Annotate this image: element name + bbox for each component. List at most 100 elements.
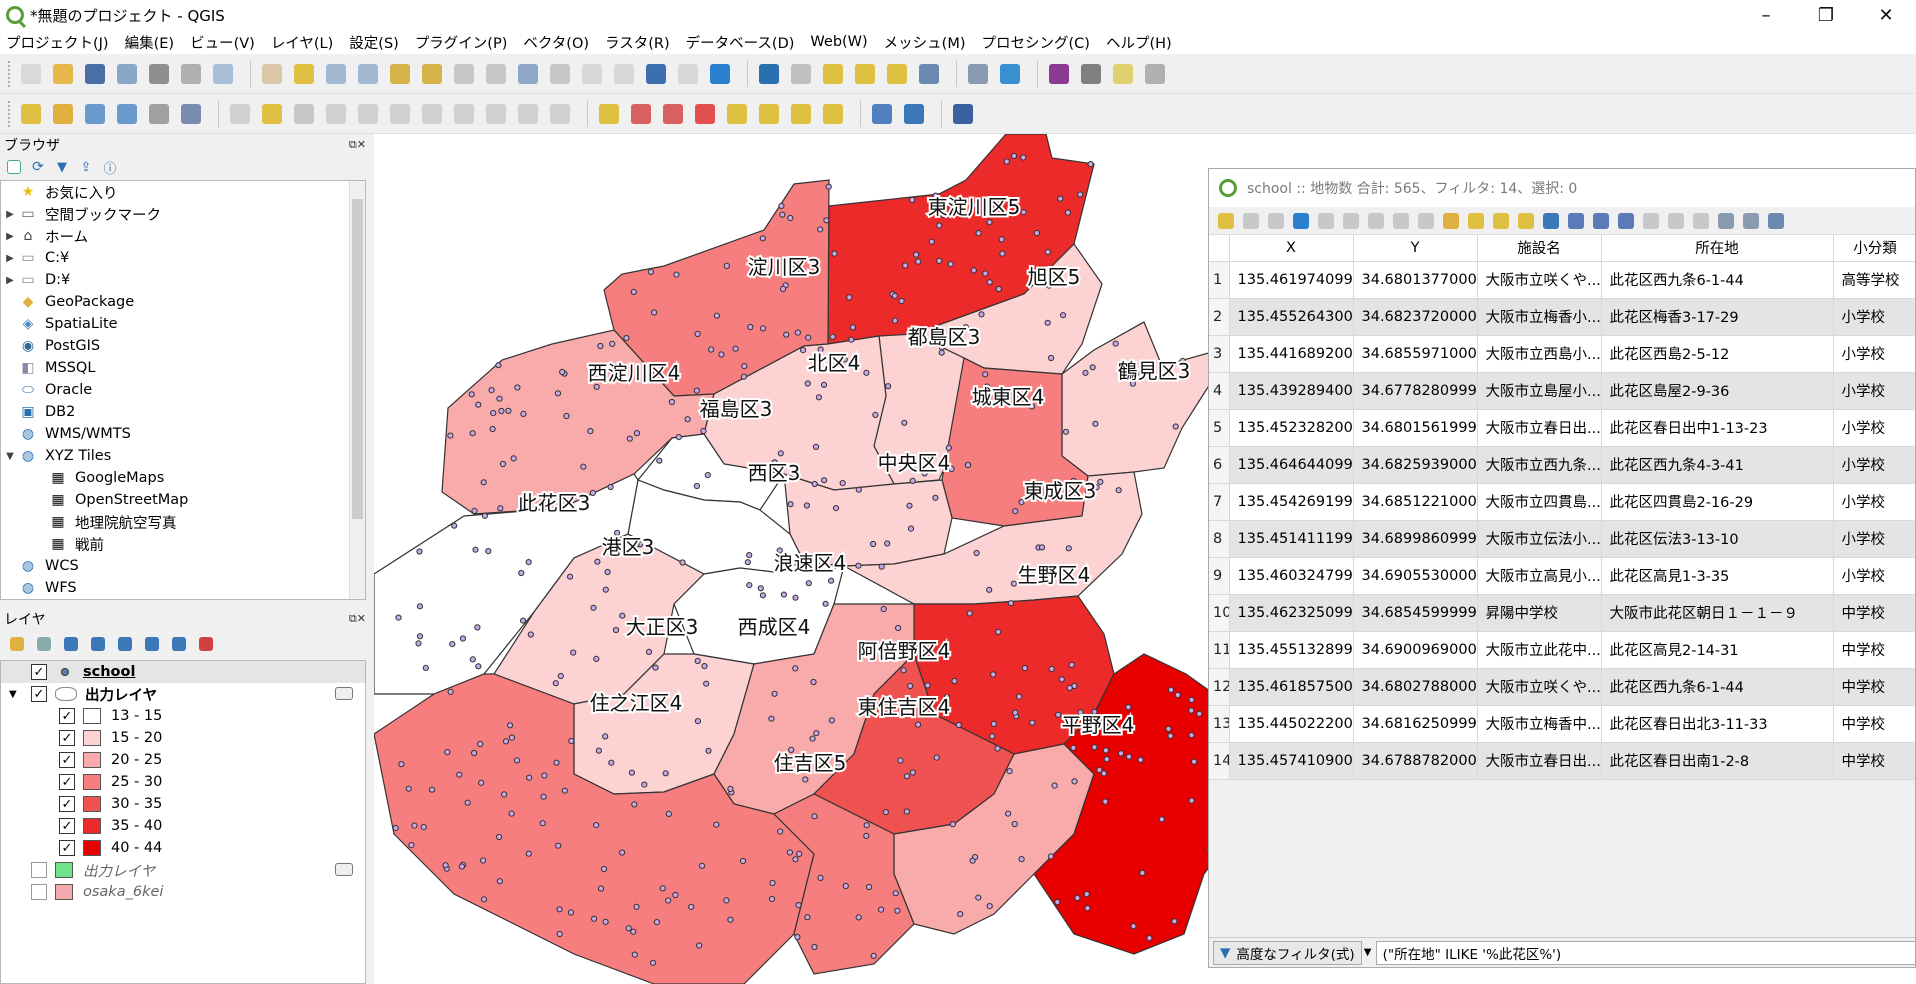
school-point[interactable]: [700, 427, 707, 435]
school-point[interactable]: [672, 891, 679, 899]
school-point[interactable]: [994, 745, 1001, 752]
browser-item[interactable]: ▶ ▭ C:¥: [1, 247, 365, 269]
table-cell[interactable]: 大阪市立西島小...: [1477, 335, 1602, 373]
table-cell[interactable]: 34.6900969000...: [1353, 631, 1478, 669]
school-point[interactable]: [970, 267, 977, 274]
table-cell[interactable]: 此花区高見2-14-31: [1601, 631, 1834, 669]
new-spatialite-icon[interactable]: [114, 101, 140, 127]
school-point[interactable]: [520, 617, 527, 624]
browser-item[interactable]: ▼ ◍ XYZ Tiles: [1, 445, 365, 467]
school-point[interactable]: [1089, 364, 1096, 371]
table-cell[interactable]: 小学校: [1833, 557, 1915, 595]
school-point[interactable]: [817, 874, 824, 882]
school-point[interactable]: [1077, 191, 1084, 198]
school-point[interactable]: [469, 656, 476, 663]
school-point[interactable]: [1029, 719, 1036, 726]
table-cell[interactable]: 此花区伝法3-13-10: [1601, 520, 1834, 558]
school-point[interactable]: [1091, 744, 1098, 751]
school-point[interactable]: [696, 942, 703, 949]
school-point[interactable]: [982, 270, 989, 277]
school-point[interactable]: [909, 477, 916, 484]
zoom-full-icon[interactable]: [387, 61, 413, 87]
corner-header[interactable]: [1209, 235, 1230, 262]
school-point[interactable]: [447, 432, 454, 439]
school-point[interactable]: [510, 455, 517, 462]
multi-edit-icon[interactable]: [1240, 210, 1262, 232]
school-point[interactable]: [884, 383, 892, 390]
expand-arrow-icon[interactable]: ▶: [1, 231, 19, 242]
expression-select-icon[interactable]: [1440, 210, 1462, 232]
diagram-icon[interactable]: [628, 101, 654, 127]
table-row[interactable]: 1135.461974099...34.6801377000...大阪市立咲くや…: [1209, 261, 1915, 299]
table-cell[interactable]: 大阪市立四貫島...: [1477, 483, 1602, 521]
school-point[interactable]: [475, 401, 482, 408]
school-point[interactable]: [590, 604, 597, 611]
school-point[interactable]: [567, 573, 574, 580]
school-point[interactable]: [496, 878, 503, 885]
school-point[interactable]: [395, 614, 402, 621]
school-point[interactable]: [1044, 249, 1052, 256]
table-cell[interactable]: 34.6801377000...: [1353, 261, 1478, 299]
school-point[interactable]: [855, 914, 862, 921]
browser-item[interactable]: ◆ GeoPackage: [1, 291, 365, 313]
browser-item[interactable]: ▦ 地理院航空写真: [1, 511, 365, 533]
layer-row[interactable]: ✓ 35 - 40: [1, 815, 365, 837]
school-point[interactable]: [894, 907, 901, 914]
school-point[interactable]: [485, 548, 492, 555]
table-row[interactable]: 11135.455132899...34.6900969000...大阪市立此花…: [1209, 631, 1915, 669]
school-point[interactable]: [902, 262, 909, 269]
browser-item[interactable]: ⬭ Oracle: [1, 379, 365, 401]
school-point[interactable]: [903, 808, 910, 815]
school-point[interactable]: [1172, 423, 1179, 430]
table-cell[interactable]: 此花区高見1-3-35: [1601, 557, 1834, 595]
school-point[interactable]: [880, 605, 887, 613]
school-point[interactable]: [990, 671, 997, 678]
table-cell[interactable]: 此花区梅香3-17-29: [1601, 298, 1834, 336]
school-point[interactable]: [832, 505, 840, 512]
school-point[interactable]: [740, 373, 747, 380]
school-point[interactable]: [505, 407, 512, 414]
table-cell[interactable]: 高等学校: [1833, 261, 1915, 299]
school-point[interactable]: [1070, 744, 1077, 752]
school-point[interactable]: [612, 626, 620, 634]
table-cell[interactable]: 34.6855971000...: [1353, 335, 1478, 373]
school-point[interactable]: [626, 435, 633, 442]
menu-item[interactable]: ビュー(V): [190, 32, 255, 53]
table-cell[interactable]: 大阪市立島屋小...: [1477, 372, 1602, 410]
row-number[interactable]: 1: [1209, 261, 1230, 299]
school-point[interactable]: [966, 610, 973, 617]
school-point[interactable]: [831, 250, 838, 257]
table-cell[interactable]: 135.439289400...: [1229, 372, 1354, 410]
school-point[interactable]: [652, 664, 659, 671]
school-point[interactable]: [1048, 665, 1055, 673]
table-row[interactable]: 3135.441689200...34.6855971000...大阪市立西島小…: [1209, 335, 1915, 373]
school-point[interactable]: [817, 226, 824, 233]
move-selection-icon[interactable]: [1565, 210, 1587, 232]
refresh-icon[interactable]: ⟳: [28, 157, 48, 177]
school-point[interactable]: [496, 395, 503, 402]
advanced-filter-button[interactable]: ▼ 高度なフィルタ(式): [1213, 940, 1362, 965]
school-point[interactable]: [499, 460, 507, 468]
school-point[interactable]: [804, 380, 811, 387]
school-point[interactable]: [442, 862, 449, 869]
school-point[interactable]: [422, 664, 429, 672]
save-as-icon[interactable]: [114, 61, 140, 87]
school-point[interactable]: [995, 285, 1002, 293]
table-row[interactable]: 9135.460324799...34.6905530000...大阪市立高見小…: [1209, 557, 1915, 595]
table-cell[interactable]: 135.451411199...: [1229, 520, 1354, 558]
school-point[interactable]: [563, 412, 570, 420]
digitize-icon[interactable]: [323, 101, 349, 127]
school-point[interactable]: [900, 667, 907, 674]
school-point[interactable]: [416, 548, 423, 555]
bookmarks-icon[interactable]: [675, 61, 701, 87]
school-point[interactable]: [625, 925, 632, 932]
school-point[interactable]: [679, 559, 686, 566]
delete-selected-icon[interactable]: [387, 101, 413, 127]
school-point[interactable]: [416, 603, 424, 610]
table-cell[interactable]: 昇陽中学校: [1477, 594, 1602, 632]
school-point[interactable]: [665, 810, 672, 818]
row-number[interactable]: 6: [1209, 446, 1230, 484]
school-point[interactable]: [1005, 810, 1012, 817]
row-number[interactable]: 2: [1209, 298, 1230, 336]
select-by-value-icon[interactable]: [852, 61, 878, 87]
